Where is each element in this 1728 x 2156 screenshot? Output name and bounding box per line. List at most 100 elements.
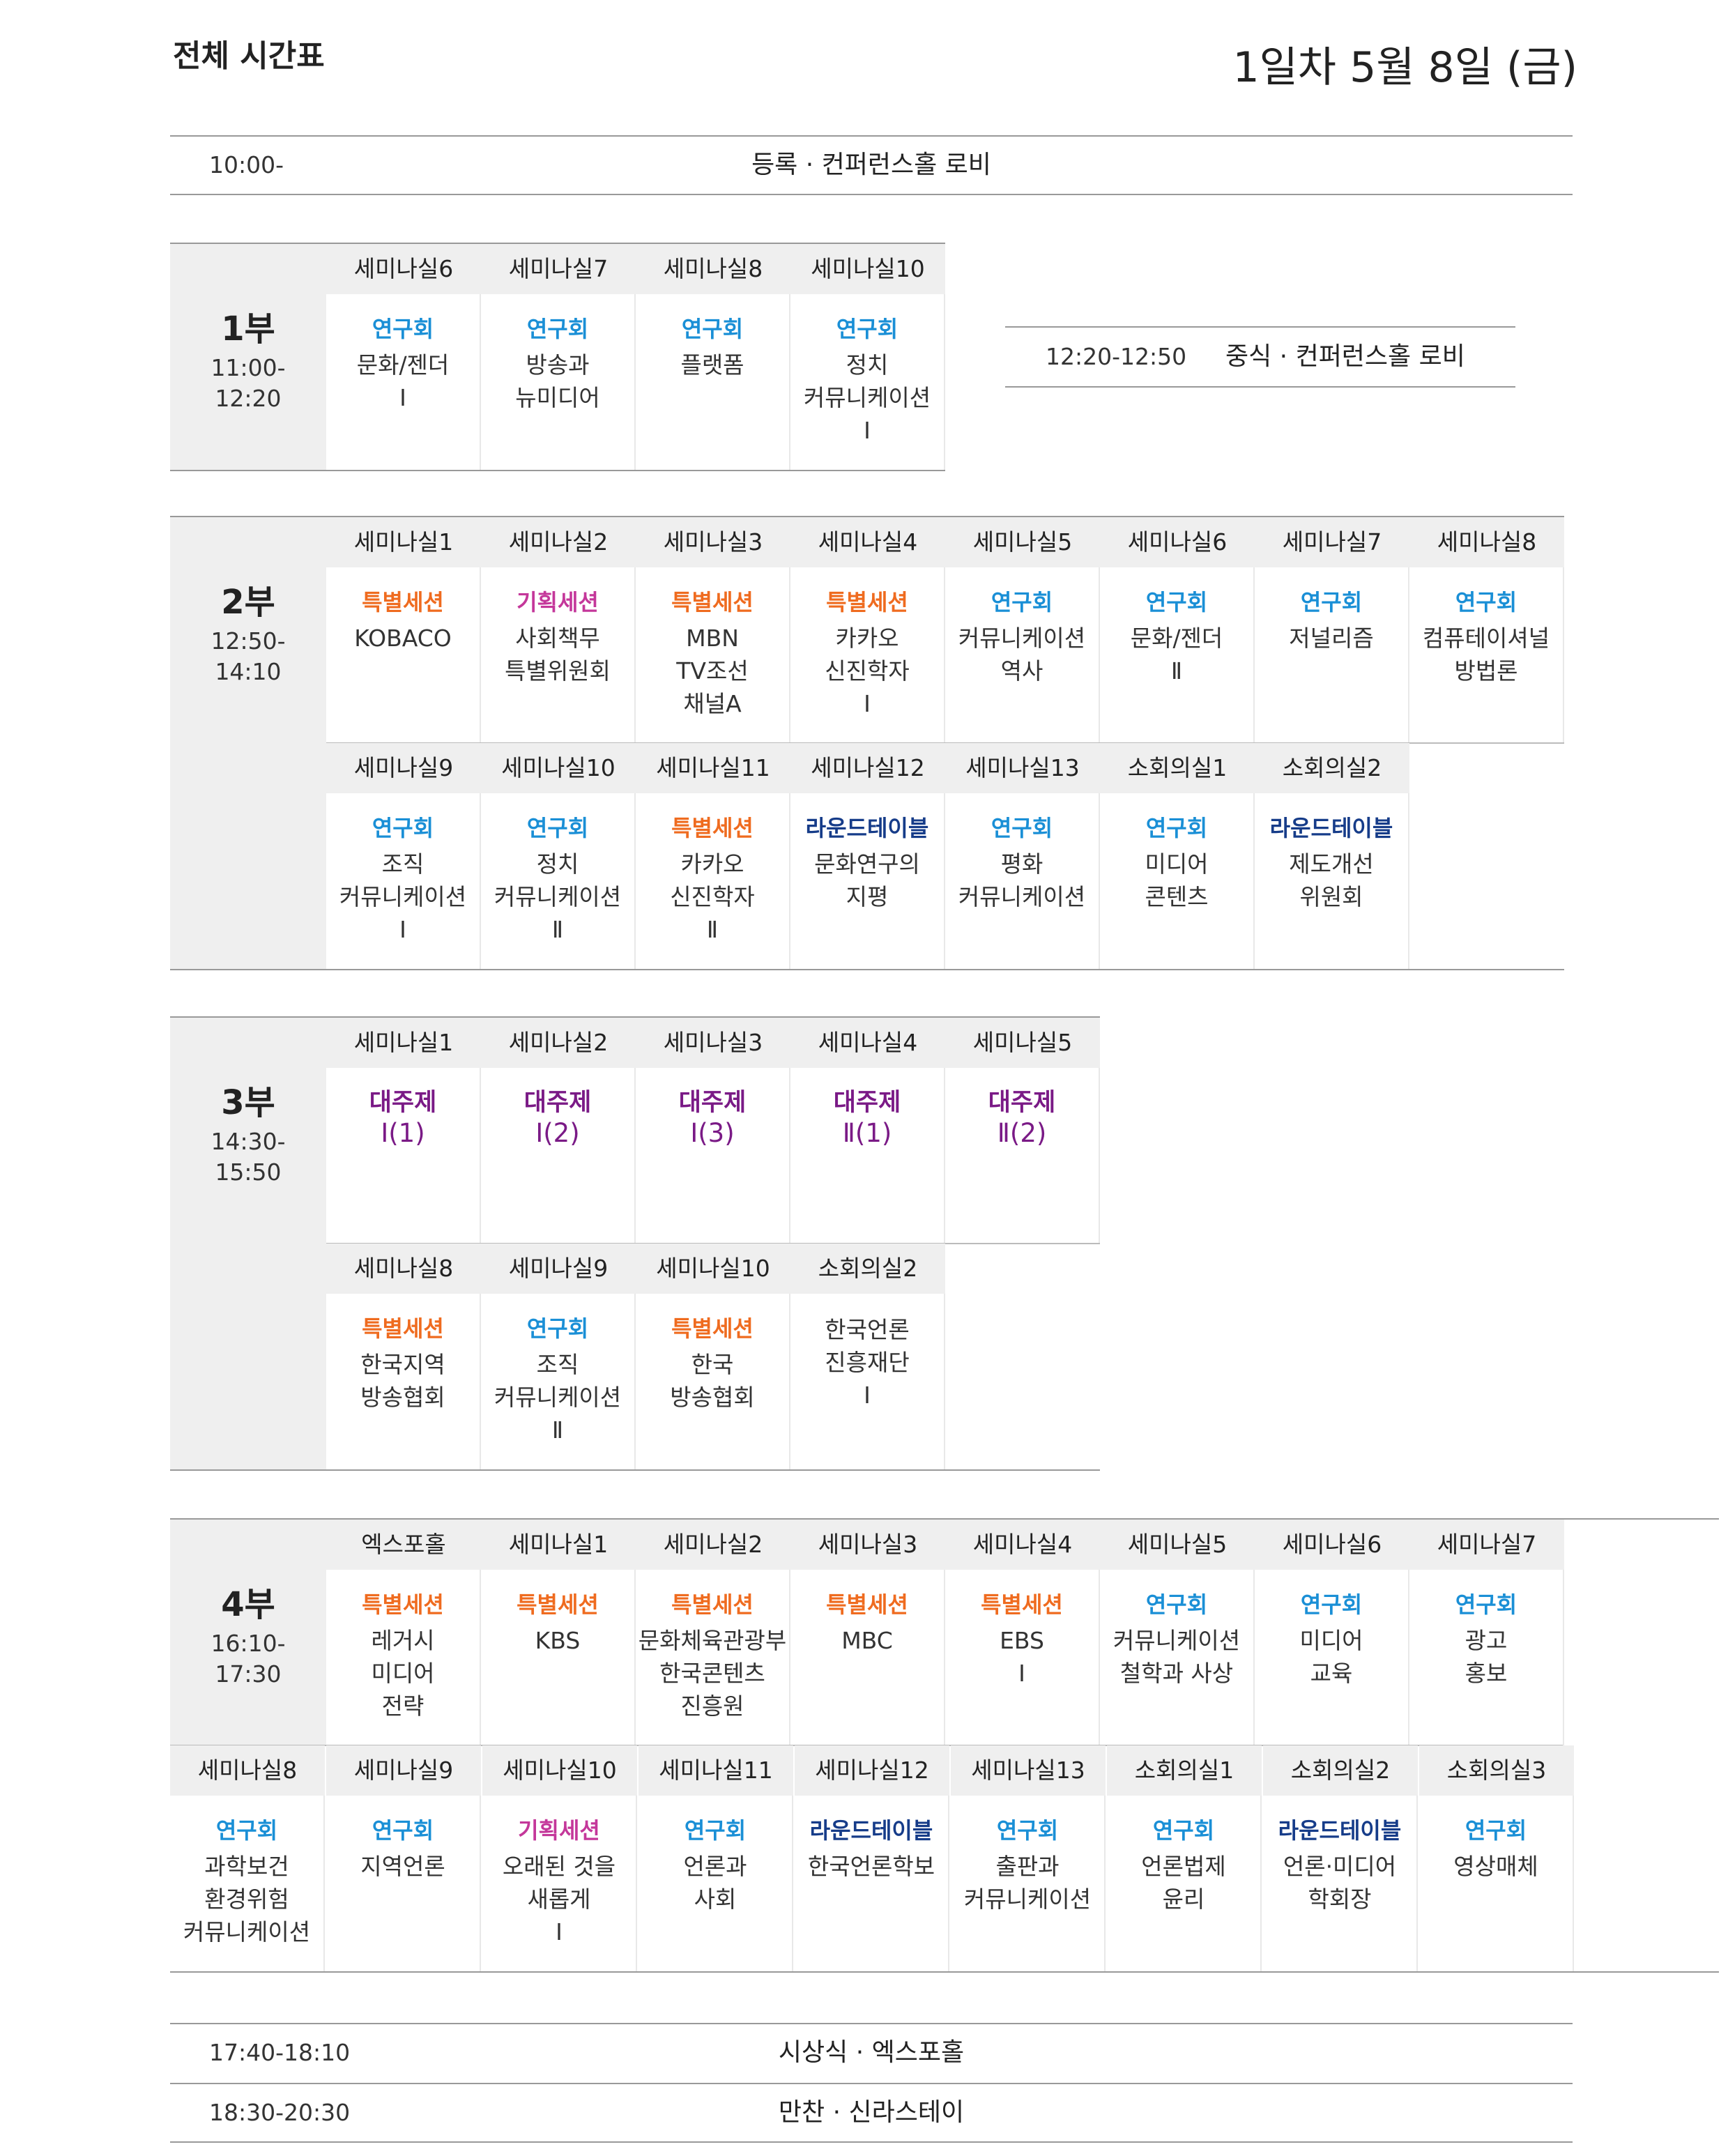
session-body: 연구회 언론과 사회 <box>639 1796 793 1971</box>
part-name: 4부 <box>221 1585 275 1624</box>
session-title-line: Ⅰ <box>399 916 406 943</box>
session-title: 출판과 커뮤니케이션 <box>951 1850 1104 1916</box>
session-title-line: 언론법제 <box>1141 1853 1226 1880</box>
session-category: 연구회 <box>1145 1591 1208 1618</box>
session-category: 특별세션 <box>362 589 444 616</box>
session-body: 기획세션사회책무 특별위원회 <box>481 567 636 743</box>
session-title-line: Ⅰ <box>556 1918 563 1945</box>
room-name: 세미나실4 <box>945 1520 1100 1570</box>
room-name: 세미나실9 <box>326 743 481 793</box>
session-title: 플랫폼 <box>636 349 789 381</box>
session-cell: 세미나실5 연구회 커뮤니케이션 철학과 사상 <box>1100 1520 1255 1745</box>
session-title: 영상매체 <box>1419 1850 1573 1883</box>
dinner-event: 만찬 · 신라스테이 <box>778 2098 965 2127</box>
session-title: 제도개선 위원회 <box>1255 848 1408 913</box>
session-cell: 세미나실6 연구회 문화/젠더 Ⅰ <box>326 244 481 470</box>
dinner-row: 18:30-20:30 만찬 · 신라스테이 <box>170 2083 1573 2143</box>
session-cell: 세미나실5 연구회 커뮤니케이션 역사 <box>945 517 1100 743</box>
session-title-line: 새롭게 <box>527 1886 591 1913</box>
part-label: 2부 12:50- 14:10 <box>170 517 326 969</box>
session-cell: 세미나실10 특별세션 한국 방송협회 <box>636 1244 790 1469</box>
session-title-line: Ⅰ <box>864 690 871 717</box>
part-time-end: 14:10 <box>215 658 282 685</box>
session-cell: 세미나실11 특별세션 카카오 신진학자 Ⅱ <box>636 743 790 969</box>
room-name: 세미나실3 <box>790 1520 945 1570</box>
session-body: 연구회 과학보건 환경위험 커뮤니케이션 <box>170 1796 325 1971</box>
room-name: 세미나실5 <box>945 1018 1100 1068</box>
session-body: 연구회 커뮤니케이션 철학과 사상 <box>1100 1570 1255 1745</box>
room-name: 세미나실5 <box>945 517 1100 567</box>
session-body: 연구회 정치 커뮤니케이션 Ⅱ <box>481 793 636 969</box>
session-title-line: 위원회 <box>1299 883 1363 910</box>
room-name: 세미나실1 <box>326 517 481 567</box>
session-cell: 세미나실6 연구회 문화/젠더 Ⅱ <box>1100 517 1255 743</box>
session-cell: 세미나실11 연구회 언론과 사회 <box>639 1745 793 1971</box>
session-title-line: 커뮤니케이션 <box>958 625 1086 652</box>
session-title-line: 출판과 <box>995 1853 1060 1880</box>
session-cell: 세미나실8 연구회 과학보건 환경위험 커뮤니케이션 <box>170 1745 325 1971</box>
session-category: 특별세션 <box>671 1315 754 1342</box>
session-title-line: 사회 <box>694 1886 737 1913</box>
session-cell: 세미나실9 연구회 조직 커뮤니케이션 Ⅰ <box>326 743 481 969</box>
session-title-line: TV조선 <box>676 657 749 685</box>
room-name: 세미나실4 <box>790 1018 945 1068</box>
session-title: 광고 홍보 <box>1409 1624 1563 1690</box>
session-cell: 세미나실3 특별세션 MBC <box>790 1520 945 1745</box>
session-category: 기획세션 <box>517 589 599 616</box>
session-body: 특별세션 한국지역 방송협회 <box>326 1294 481 1469</box>
session-cell: 세미나실10 연구회 정치 커뮤니케이션 Ⅱ <box>481 743 636 969</box>
session-category: 연구회 <box>996 1817 1059 1844</box>
session-body: 라운드테이블 제도개선 위원회 <box>1255 793 1409 969</box>
session-title-line: 뉴미디어 <box>515 384 600 411</box>
session-title: MBN TV조선 채널A <box>636 622 789 720</box>
session-category: 특별세션 <box>671 815 754 841</box>
session-title-line: Ⅱ <box>706 916 719 943</box>
session-title: KBS <box>481 1624 634 1657</box>
session-title-line: 문화체육관광부 <box>638 1627 787 1654</box>
session-category: 연구회 <box>372 316 434 342</box>
session-cell: 세미나실10 기획세션 오래된 것을 새롭게 Ⅰ <box>482 1745 637 1971</box>
session-title: 컴퓨테이셔널 방법론 <box>1409 622 1563 687</box>
room-name: 세미나실8 <box>170 1745 325 1796</box>
session-title-line: 한국언론 <box>825 1316 910 1343</box>
session-title-line: Ⅰ(2) <box>535 1118 580 1148</box>
session-title-line: 역사 <box>1000 657 1043 685</box>
room-name: 세미나실11 <box>639 1745 793 1796</box>
session-title-line: 저널리즘 <box>1289 625 1374 652</box>
part-label: 4부 16:10- 17:30 <box>170 1520 326 1745</box>
session-cell: 소회의실2 한국언론 진흥재단 Ⅰ <box>790 1244 945 1469</box>
session-title-line: 커뮤니케이션 <box>958 883 1086 910</box>
session-title-line: Ⅰ <box>399 384 406 411</box>
session-title: 저널리즘 <box>1255 622 1408 655</box>
session-body: 라운드테이블 한국언론학보 <box>795 1796 949 1971</box>
room-name: 세미나실7 <box>1409 1520 1564 1570</box>
room-name: 세미나실6 <box>326 244 481 294</box>
session-title-line: 조직 <box>536 1351 579 1378</box>
session-body: 연구회 조직 커뮤니케이션 Ⅱ <box>481 1294 636 1469</box>
session-title: 과학보건 환경위험 커뮤니케이션 <box>170 1850 323 1948</box>
session-cell: 세미나실13 연구회 평화 커뮤니케이션 <box>945 743 1100 969</box>
session-title: Ⅱ(2) <box>945 1117 1099 1149</box>
session-category: 연구회 <box>991 815 1053 841</box>
session-body: 연구회 미디어 콘텐츠 <box>1100 793 1255 969</box>
session-category: 연구회 <box>1455 1591 1517 1618</box>
session-title-line: 오래된 것을 <box>502 1853 616 1880</box>
session-title: 정치 커뮤니케이션 Ⅱ <box>481 848 634 946</box>
session-body: 대주제 Ⅱ(2) <box>945 1068 1100 1244</box>
session-title: 미디어 콘텐츠 <box>1100 848 1253 913</box>
room-name: 세미나실10 <box>636 1244 790 1294</box>
session-category: 연구회 <box>681 316 744 342</box>
part-time-end: 17:30 <box>215 1660 282 1688</box>
session-title-line: KBS <box>535 1627 581 1654</box>
session-title: MBC <box>790 1624 944 1657</box>
session-title: 사회책무 특별위원회 <box>481 622 634 687</box>
session-title: 평화 커뮤니케이션 <box>945 848 1099 913</box>
room-name: 세미나실6 <box>1100 517 1255 567</box>
room-name: 세미나실8 <box>636 244 790 294</box>
room-name: 세미나실10 <box>482 1745 637 1796</box>
session-title-line: 방송협회 <box>360 1384 445 1411</box>
part-name: 3부 <box>221 1083 275 1122</box>
session-title-line: 방법론 <box>1454 657 1518 685</box>
session-title: 조직 커뮤니케이션 Ⅱ <box>481 1348 634 1446</box>
session-cell: 세미나실2 특별세션 문화체육관광부 한국콘텐츠 진흥원 <box>636 1520 790 1745</box>
